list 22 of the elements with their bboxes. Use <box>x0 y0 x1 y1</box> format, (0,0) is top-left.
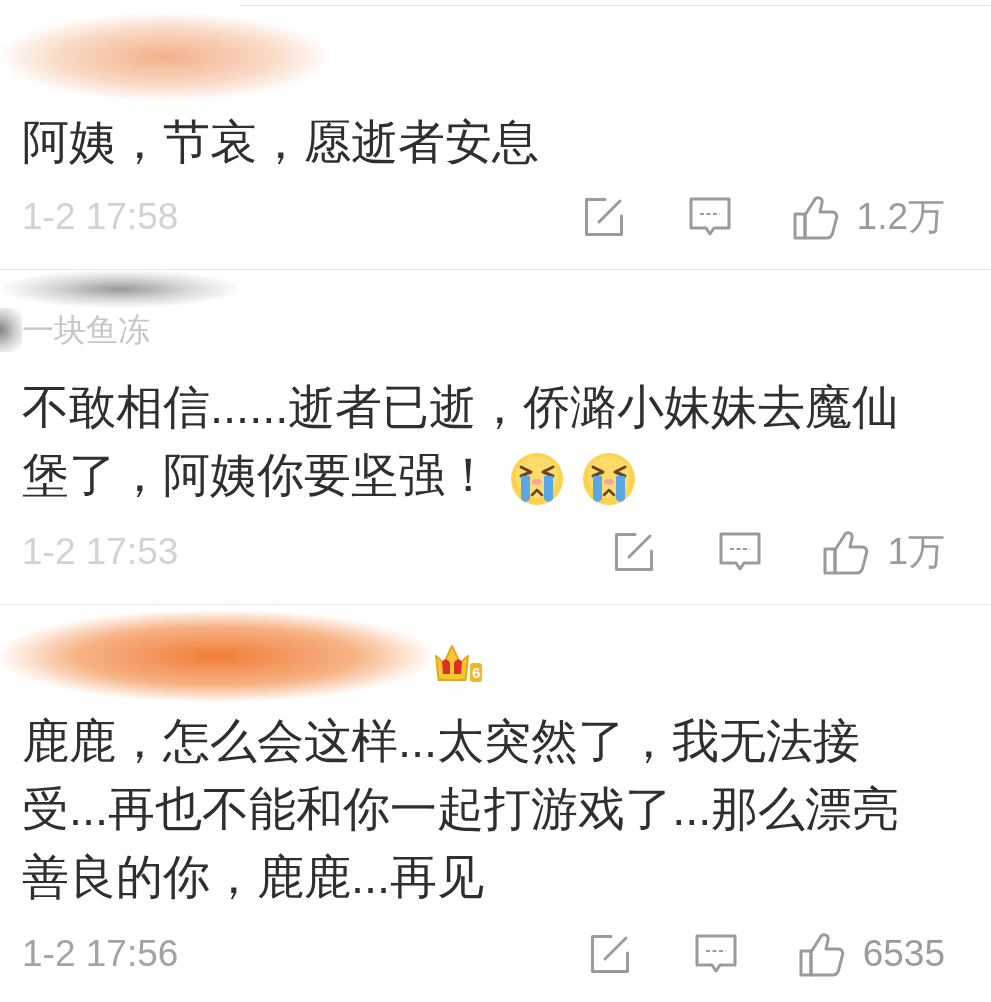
comment-text: 阿姨，节哀，愿逝者安息 <box>22 114 540 170</box>
thumbs-up-icon <box>798 931 845 977</box>
comment-time: 1-2 17:56 <box>22 932 179 976</box>
username[interactable]: 一块鱼冻 <box>22 308 150 352</box>
thumbs-up-icon <box>792 194 839 240</box>
comment-text: 鹿鹿，怎么会这样...太突然了，我无法接受...再也不能和你一起打游戏了...那么漂亮善良的你，鹿鹿...再见 <box>22 713 901 905</box>
crying-face-icon <box>582 451 636 506</box>
crown-icon <box>434 643 470 683</box>
share-icon[interactable] <box>588 933 631 975</box>
crying-face-icon <box>510 451 564 506</box>
comment-icon[interactable] <box>719 532 762 572</box>
thumbs-up-icon <box>823 529 870 575</box>
like-button[interactable]: 1.2万 <box>792 192 945 242</box>
share-icon[interactable] <box>613 531 656 573</box>
comment-text: 堡了，阿姨你要坚强！ <box>22 448 492 501</box>
share-icon[interactable] <box>582 196 625 238</box>
comment-icon[interactable] <box>688 197 731 237</box>
like-button[interactable]: 6535 <box>798 929 945 979</box>
level-number: 6 <box>470 663 483 682</box>
like-button[interactable]: 1万 <box>823 527 945 577</box>
comment-icon[interactable] <box>694 934 737 974</box>
comment-text: 不敢相信......逝者已逝，侨潞小妹妹去魔仙 <box>22 380 900 433</box>
